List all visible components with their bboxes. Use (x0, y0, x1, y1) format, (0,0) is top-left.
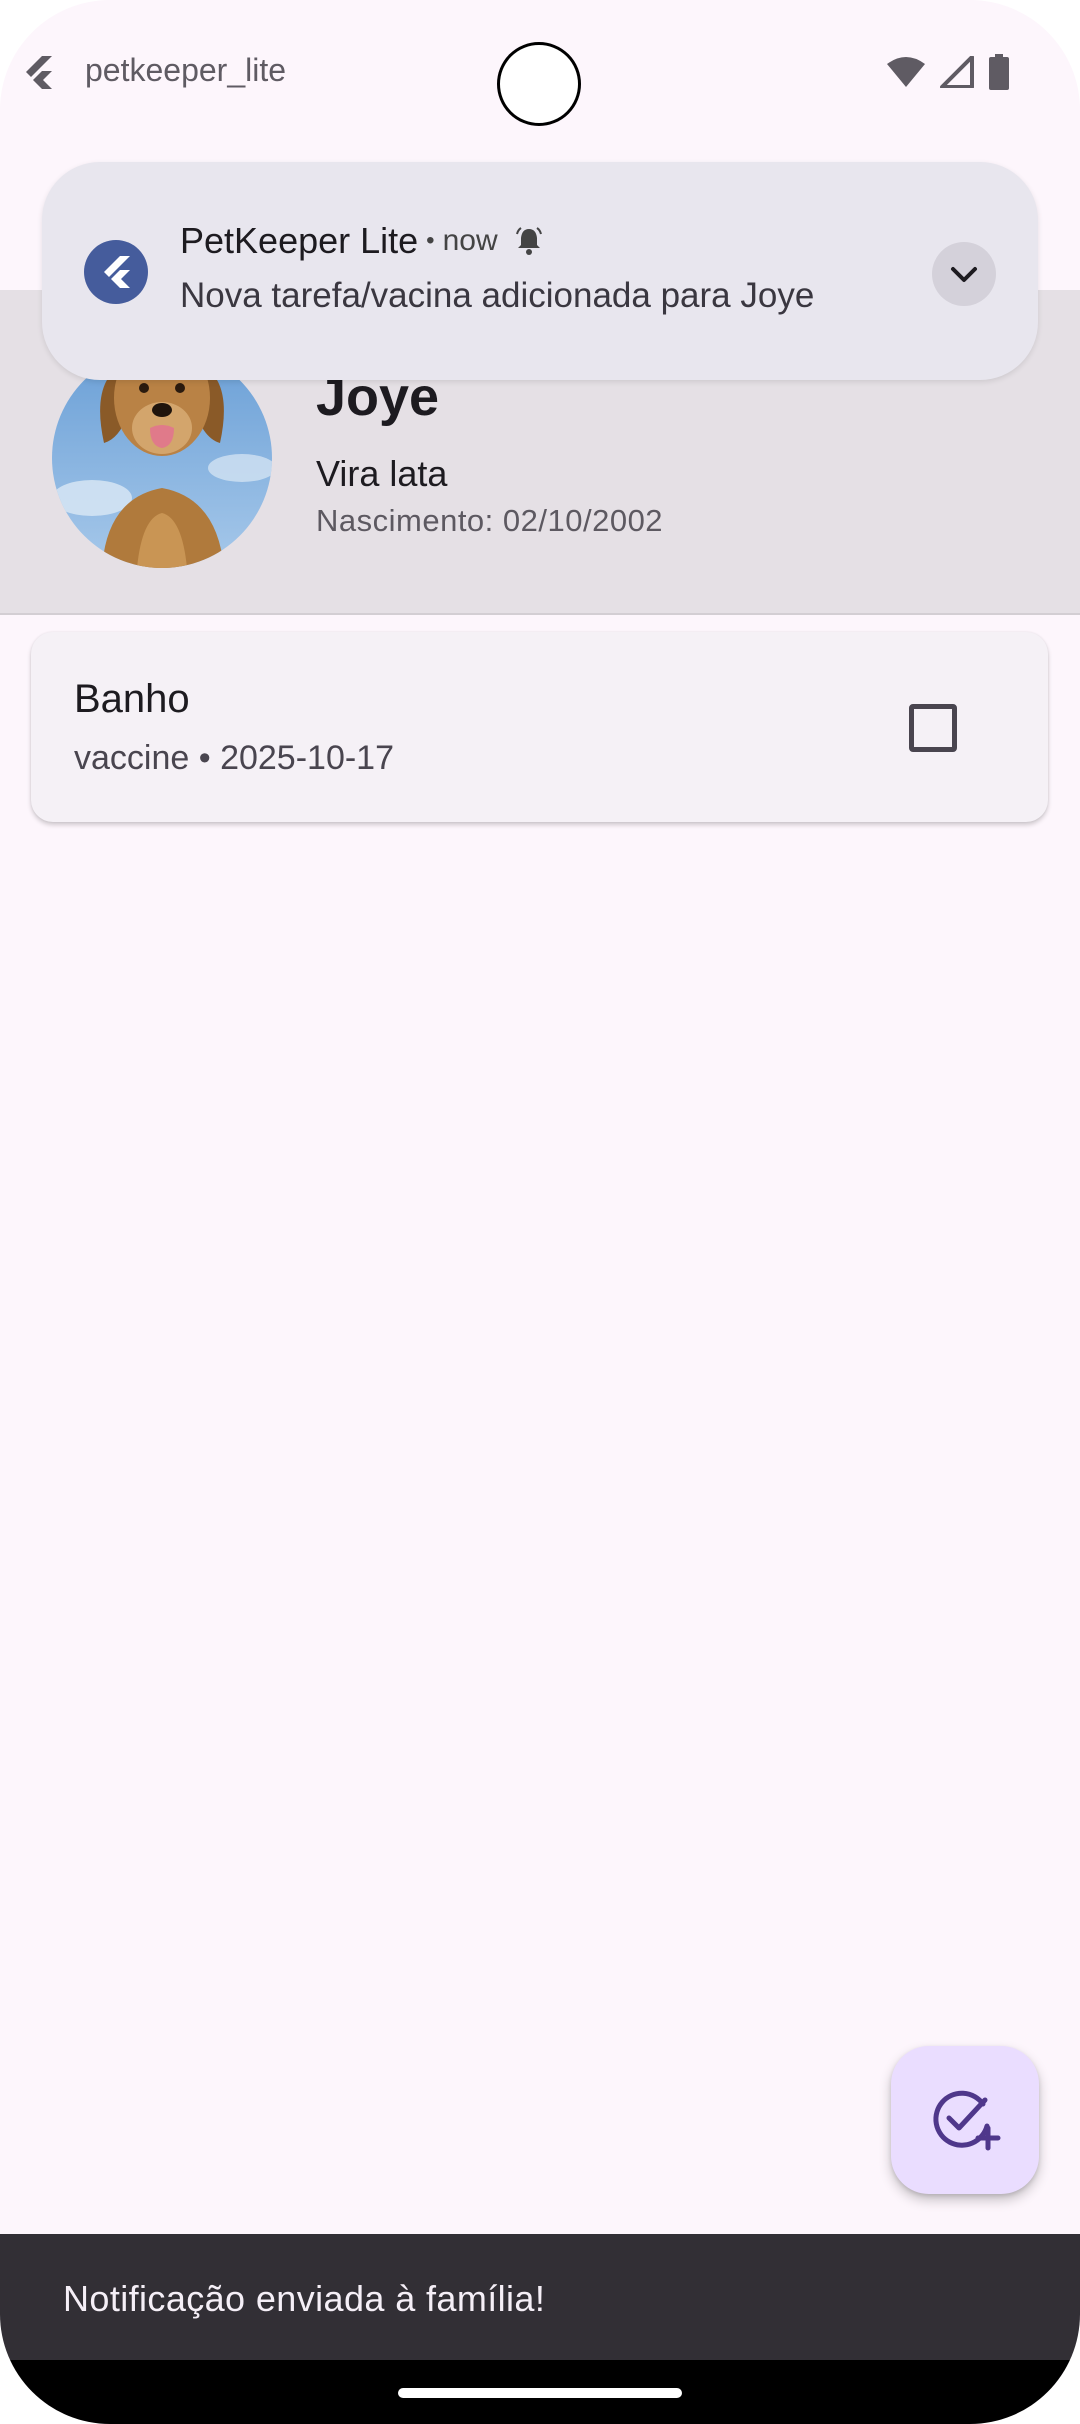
task-title: Banho (74, 677, 190, 721)
system-nav-bar (0, 2360, 1080, 2424)
add-task-button[interactable] (891, 2046, 1039, 2194)
camera-cutout (497, 42, 581, 126)
battery-icon (989, 54, 1009, 90)
notification-app-name: PetKeeper Lite (180, 220, 419, 261)
status-app-name: petkeeper_lite (85, 52, 287, 88)
snackbar-message: Notificação enviada à família! (63, 2278, 546, 2319)
wifi-icon (887, 57, 925, 87)
notification-expand-button[interactable] (932, 242, 996, 306)
dog-photo (52, 348, 272, 568)
add-task-icon (933, 2090, 1001, 2151)
task-done-checkbox[interactable] (909, 704, 957, 752)
signal-icon (940, 56, 974, 88)
chevron-down-icon (951, 267, 977, 282)
notification-time: now (442, 224, 498, 257)
task-card[interactable]: Banho vaccine • 2025-10-17 (31, 632, 1048, 822)
status-bar: petkeeper_lite (0, 0, 1080, 150)
notification-header: PetKeeper Lite • now (180, 220, 544, 262)
snackbar: Notificação enviada à família! (0, 2234, 1080, 2360)
notification-app-icon (84, 240, 148, 304)
pet-breed: Vira lata (316, 453, 448, 494)
bell-icon (515, 227, 542, 255)
flutter-logo-icon (104, 256, 130, 288)
notification-message: Nova tarefa/vacina adicionada para Joye (180, 276, 815, 315)
pet-birth-date: Nascimento: 02/10/2002 (316, 503, 664, 538)
status-icons (886, 52, 1010, 92)
flutter-logo-icon (26, 56, 52, 89)
phone-screen: petkeeper_lite Joye Vira lata Nascimento… (0, 0, 1080, 2424)
home-indicator[interactable] (398, 2388, 682, 2398)
task-subtitle: vaccine • 2025-10-17 (74, 739, 394, 777)
pet-avatar[interactable] (52, 348, 272, 568)
notification-separator: • (426, 227, 435, 254)
heads-up-notification[interactable]: PetKeeper Lite • now Nova tarefa/vacina … (42, 162, 1038, 380)
